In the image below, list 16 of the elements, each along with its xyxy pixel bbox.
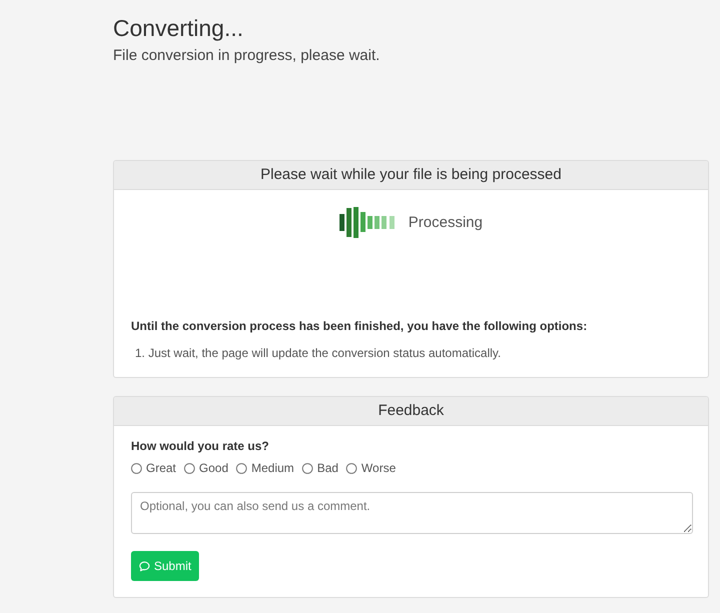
option-text: 1. Just wait, the page will update the conversion status automatically.: [135, 345, 501, 361]
rating-option[interactable]: Medium: [236, 460, 294, 476]
status-text: Processing: [408, 214, 483, 231]
page-title: Converting...: [113, 14, 244, 42]
loading-bars-icon: [339, 207, 396, 238]
page-subtitle: File conversion in progress, please wait.: [113, 46, 380, 66]
rating-option[interactable]: Good: [184, 460, 228, 476]
card-heading: Feedback: [114, 397, 708, 426]
rating-option[interactable]: Worse: [346, 460, 396, 476]
options-intro: Until the conversion process has been finished, you have the following options:: [131, 318, 588, 334]
rating-question: How would you rate us?: [131, 438, 270, 454]
speech-bubble-icon: [139, 560, 150, 572]
card-heading: Please wait while your file is being processed: [114, 161, 708, 190]
rating-option[interactable]: Bad: [302, 460, 338, 476]
rating-option[interactable]: Great: [131, 460, 176, 476]
comment-field[interactable]: Optional, you can also send us a comment.: [131, 492, 693, 534]
